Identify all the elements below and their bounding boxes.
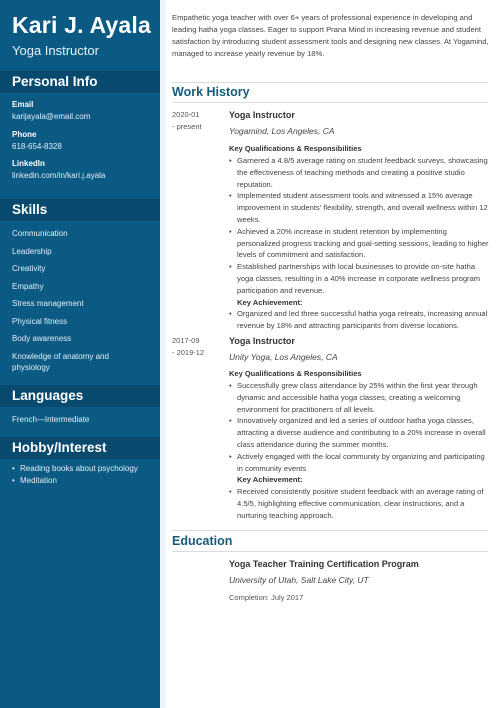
job-bullet: Garnered a 4.8/5 average rating on stude… [229,155,491,190]
phone-value[interactable]: 618-654-8328 [12,141,152,152]
job-bullets: Successfully grew class attendance by 25… [229,380,491,522]
hobby-item: Reading books about psychology [12,463,138,475]
main-content: Empathetic yoga teacher with over 6+ yea… [160,0,500,708]
job-bullets: Garnered a 4.8/5 average rating on stude… [229,155,491,332]
language-item: French—Intermediate [12,415,90,424]
job-company: Yogamind, Los Angeles, CA [229,126,335,136]
personal-info-heading: Personal Info [0,71,160,93]
job-bullet: Achieved a 20% increase in student reten… [229,226,491,261]
summary: Empathetic yoga teacher with over 6+ yea… [172,13,489,58]
sidebar: Kari J. Ayala Yoga Instructor Personal I… [0,0,160,708]
education-heading: Education [172,534,233,548]
divider [172,530,488,531]
job-title: Yoga Instructor [229,336,295,346]
hobby-list: Reading books about psychology Meditatio… [12,463,138,487]
skill-item: Empathy [12,282,44,291]
divider [172,102,488,103]
candidate-name: Kari J. Ayala [12,12,151,38]
job-date-end: - 2019-12 [172,348,205,357]
job-bullet: Innovatively organized and led a series … [229,415,491,450]
job-date-start: 2017-09 [172,336,200,345]
job-date: 2020-01 - present [172,109,212,133]
hobbies-heading: Hobby/Interest [0,437,160,459]
divider [172,551,488,552]
skill-item: Stress management [12,299,84,308]
languages-heading: Languages [0,385,160,407]
divider [172,82,488,83]
skill-item: Physical fitness [12,317,68,326]
job-bullet: Actively engaged with the local communit… [229,451,491,475]
job-date-end: - present [172,122,202,131]
achievement-bullet: Received consistently positive student f… [229,486,491,521]
skill-item: Communication [12,229,68,238]
linkedin-label: LinkedIn [12,159,45,168]
key-qualifications-label: Key Qualifications & Responsibilities [229,369,362,378]
key-achievement-label: Key Achievement: [237,475,303,485]
skill-item: Body awareness [12,334,72,343]
hobby-item: Meditation [12,475,138,487]
achievement-bullet: Organized and led three successful hatha… [229,308,491,332]
skill-item: Creativity [12,264,46,273]
skill-item: Leadership [12,247,52,256]
education-program: Yoga Teacher Training Certification Prog… [229,559,419,569]
job-date: 2017-09 - 2019-12 [172,335,212,359]
linkedin-value[interactable]: linkedin.com/in/kari.j.ayala [12,170,152,181]
skill-item: Knowledge of anatomy and physiology [12,352,109,372]
job-company: Unity Yoga, Los Angeles, CA [229,352,338,362]
candidate-title: Yoga Instructor [12,43,99,58]
key-qualifications-label: Key Qualifications & Responsibilities [229,144,362,153]
key-achievement-label: Key Achievement: [237,297,303,307]
job-bullet: Successfully grew class attendance by 25… [229,380,491,415]
skills-heading: Skills [0,199,160,221]
email-value[interactable]: karijayala@email.com [12,111,152,122]
job-title: Yoga Instructor [229,110,295,120]
job-bullet: Established partnerships with local busi… [229,261,491,296]
job-date-start: 2020-01 [172,110,200,119]
email-label: Email [12,100,34,109]
education-school: University of Utah, Salt Lake City, UT [229,575,369,585]
work-history-heading: Work History [172,85,250,99]
phone-label: Phone [12,130,37,139]
job-bullet: Implemented student assessment tools and… [229,190,491,225]
education-completion: Completion: July 2017 [229,593,304,602]
